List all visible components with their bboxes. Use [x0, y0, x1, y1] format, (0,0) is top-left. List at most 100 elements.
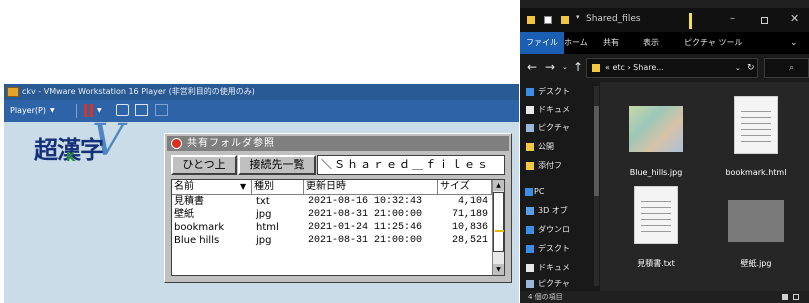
properties-icon[interactable] — [544, 16, 552, 24]
sidebar-item-label: 公開 — [538, 142, 554, 151]
accent-marker — [689, 13, 692, 29]
navigation-scrollbar[interactable] — [594, 86, 599, 286]
tab-home[interactable]: ホーム — [558, 32, 594, 54]
desktop-icon — [526, 88, 534, 96]
dialog-titlebar[interactable]: 共有フォルダ参照 — [167, 136, 509, 151]
scroll-down-icon[interactable]: ▼ — [493, 264, 504, 275]
sort-down-icon: ▼ — [240, 182, 247, 191]
tab-picture-tools[interactable]: ピクチャ ツール — [678, 32, 748, 54]
recent-locations-icon[interactable]: ⌄ — [562, 63, 568, 71]
file-name: Blue_hills.jpg — [629, 168, 683, 177]
chevron-down-icon: ▼ — [49, 107, 55, 114]
sidebar-item-pc[interactable]: PC — [525, 184, 545, 200]
sidebar-item-label: PC — [534, 187, 545, 196]
tab-view[interactable]: 表示 — [637, 32, 665, 54]
unity-icon[interactable] — [155, 104, 168, 116]
address-bar[interactable]: « etc › Share... ⌄ ↻ — [586, 58, 758, 78]
dialog-title: 共有フォルダ参照 — [187, 138, 275, 149]
vertical-scrollbar[interactable]: ▲ ▼ — [492, 180, 504, 275]
sidebar-item-desktop-2[interactable]: デスクト — [526, 241, 570, 257]
logo-sub: K — [66, 150, 76, 164]
documents-icon — [526, 264, 534, 272]
table-row[interactable]: 壁紙 jpg 2021-08-31 21:00:00 71,189 — [172, 208, 492, 221]
sidebar-item-public[interactable]: 公開 — [526, 139, 554, 155]
sidebar-item-label: ドキュメ — [538, 105, 570, 114]
close-icon[interactable]: ✕ — [790, 12, 799, 25]
status-bar: 4 個の項目 — [520, 291, 809, 303]
ribbon-tabs: ファイル ホーム 共有 表示 ピクチャ ツール ⌄ — [520, 32, 809, 54]
up-one-level-button[interactable]: ひとつ上 — [171, 155, 237, 175]
pause-icon — [84, 104, 87, 117]
cell-date: 2021-08-31 21:00:00 — [308, 235, 423, 246]
table-row[interactable]: 見積書 txt 2021-08-16 10:32:43 4,104 — [172, 195, 492, 208]
navigation-pane: デスクト ドキュメ ピクチャ 公開 添付フ PC 3D オブ ダウンロ デスクト… — [520, 82, 600, 291]
vmware-titlebar[interactable]: ckv - VMware Workstation 16 Player (非営利目… — [4, 84, 519, 100]
cell-size: 4,104 — [457, 196, 488, 207]
cell-size: 10,836 — [451, 222, 488, 233]
sidebar-item-label: ドキュメ — [538, 263, 570, 272]
file-name: 壁紙.jpg — [740, 259, 772, 268]
cell-name: bookmark — [174, 222, 225, 233]
path-field[interactable]: ＼Ｓｈａｒｅｄ＿ｆｉｌｅｓ — [317, 155, 505, 175]
download-icon — [526, 226, 534, 234]
sidebar-item-desktop[interactable]: デスクト — [526, 84, 570, 100]
column-header-size[interactable]: サイズ — [438, 180, 492, 194]
cell-type: jpg — [256, 209, 272, 220]
fullscreen-icon[interactable] — [135, 104, 148, 116]
sidebar-item-pictures[interactable]: ピクチャ — [526, 120, 570, 136]
table-row[interactable]: bookmark html 2021-01-24 11:25:46 10,836 — [172, 221, 492, 234]
tab-share[interactable]: 共有 — [597, 32, 625, 54]
column-header-name[interactable]: 名前 ▼ — [172, 180, 252, 194]
dialog-app-icon — [171, 138, 182, 149]
navigation-bar: ← → ⌄ ↑ « etc › Share... ⌄ ↻ ⌕ — [520, 54, 809, 82]
sidebar-item-documents[interactable]: ドキュメ — [526, 102, 570, 118]
vmware-app-icon — [7, 87, 19, 97]
cell-type: html — [256, 222, 279, 233]
folder-icon — [526, 143, 534, 151]
address-dropdown-icon[interactable]: ⌄ — [735, 59, 741, 77]
ribbon-expand-icon[interactable]: ⌄ — [790, 32, 798, 54]
cell-name: Blue hills — [174, 235, 220, 246]
file-list[interactable]: 名前 ▼ 種別 更新日時 サイズ 見積書 txt 2021-08-16 10:3… — [171, 179, 505, 276]
up-arrow-icon[interactable]: ↑ — [573, 60, 583, 74]
folder-icon — [527, 16, 535, 24]
scroll-up-icon[interactable]: ▲ — [493, 180, 504, 191]
cell-date: 2021-01-24 11:25:46 — [308, 222, 423, 233]
sidebar-item-label: ダウンロ — [538, 225, 570, 234]
explorer-titlebar[interactable]: ▾ Shared_files – ✕ — [520, 8, 809, 32]
forward-arrow-icon[interactable]: → — [545, 60, 555, 74]
new-folder-icon[interactable] — [561, 16, 569, 24]
sidebar-item-3d-objects[interactable]: 3D オブ — [526, 203, 568, 219]
cell-name: 壁紙 — [174, 209, 194, 220]
text-document-icon — [634, 186, 678, 244]
scroll-thumb[interactable] — [594, 106, 599, 196]
search-input[interactable]: ⌕ — [764, 58, 809, 78]
desktop-icon — [526, 245, 534, 253]
maximize-icon[interactable] — [761, 17, 768, 24]
player-menu[interactable]: Player(P) ▼ — [10, 103, 55, 119]
explorer-window: ▾ Shared_files – ✕ ファイル ホーム 共有 表示 ピクチャ ツ… — [520, 0, 809, 303]
connection-list-button[interactable]: 接続先一覧 — [238, 155, 316, 175]
refresh-icon[interactable]: ↻ — [747, 59, 755, 77]
column-header-date[interactable]: 更新日時 — [304, 180, 438, 194]
search-icon: ⌕ — [789, 63, 795, 73]
scroll-thumb[interactable] — [493, 192, 504, 252]
quick-access-dropdown-icon[interactable]: ▾ — [576, 13, 580, 21]
sidebar-item-downloads[interactable]: ダウンロ — [526, 222, 570, 238]
sidebar-item-pictures-2[interactable]: ピクチャ — [526, 276, 570, 292]
column-header-type[interactable]: 種別 — [252, 180, 304, 194]
vmware-title: ckv - VMware Workstation 16 Player (非営利目… — [22, 87, 255, 96]
table-row[interactable]: Blue hills jpg 2021-08-31 21:00:00 28,52… — [172, 234, 492, 247]
cell-name: 見積書 — [174, 196, 204, 207]
back-arrow-icon[interactable]: ← — [527, 60, 537, 74]
pictures-icon — [526, 280, 534, 288]
large-icons-view-icon[interactable] — [793, 294, 799, 300]
sidebar-item-label: 添付フ — [538, 161, 562, 170]
sidebar-item-documents-2[interactable]: ドキュメ — [526, 260, 570, 276]
sidebar-item-attachments[interactable]: 添付フ — [526, 158, 562, 174]
sidebar-item-label: 3D オブ — [538, 206, 568, 215]
details-view-icon[interactable] — [782, 294, 788, 300]
image-thumbnail — [728, 200, 784, 242]
cell-size: 71,189 — [451, 209, 488, 220]
minimize-icon[interactable]: – — [730, 13, 740, 25]
